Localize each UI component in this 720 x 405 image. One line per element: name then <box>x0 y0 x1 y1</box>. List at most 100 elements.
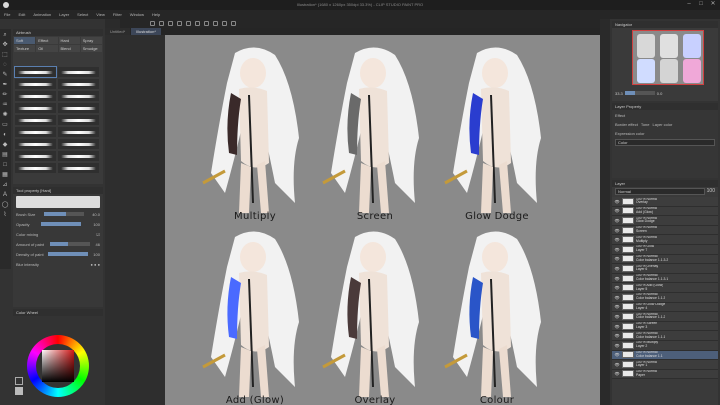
layer-row[interactable]: 👁 100 % Normal Color balance 1.1.3 <box>612 292 718 303</box>
gradient-tool-icon[interactable]: ▤ <box>1 151 9 159</box>
undo-icon[interactable] <box>177 21 182 26</box>
menu-animation[interactable]: Animation <box>33 12 51 17</box>
canvas-paper[interactable]: Multiply Screen Glow Dodge Add (Glow) Overla… <box>165 35 600 405</box>
layer-row[interactable]: 👁 100 % Normal Color balance 1.1 <box>612 350 718 361</box>
tone-button[interactable]: Tone <box>641 122 650 127</box>
blend-tool-icon[interactable]: ◐ <box>1 131 9 139</box>
move-tool-icon[interactable]: ✥ <box>1 41 9 49</box>
blend-mode-dropdown[interactable]: Normal <box>615 187 705 195</box>
layer-row[interactable]: 👁 100 % Normal Overlay <box>612 197 718 207</box>
layer-row[interactable]: 👁 100 % Normal Multiply <box>612 235 718 245</box>
visibility-eye-icon[interactable]: 👁 <box>614 276 620 281</box>
zoom-value[interactable]: 33.3 <box>615 91 623 96</box>
redo-icon[interactable] <box>186 21 191 26</box>
lasso-tool-icon[interactable]: ◌ <box>1 61 9 69</box>
brush-preset[interactable] <box>15 115 56 125</box>
subtool-tab-blend[interactable]: Blend <box>58 45 80 52</box>
density-value[interactable]: 100 <box>93 252 100 257</box>
subtool-tab-hard[interactable]: Hard <box>58 37 80 44</box>
expression-color-dropdown[interactable]: Color <box>615 138 715 146</box>
transform-icon[interactable] <box>222 21 227 26</box>
visibility-eye-icon[interactable]: 👁 <box>614 333 620 338</box>
eyedropper-icon[interactable]: ✎ <box>1 71 9 79</box>
zoom-tool-icon[interactable]: ⌕ <box>1 31 9 39</box>
layer-row[interactable]: 👁 100 % Normal Color balance 1.1.3.1 <box>612 273 718 284</box>
layer-row[interactable]: 👁 100 % Normal Glow Dodge <box>612 216 718 226</box>
visibility-eye-icon[interactable]: 👁 <box>614 208 620 213</box>
minimize-button[interactable]: – <box>684 1 694 9</box>
layer-row[interactable]: 👁 100 % Glow Layer 7 <box>612 244 718 255</box>
layer-opacity-value[interactable]: 100 <box>707 188 715 194</box>
visibility-eye-icon[interactable]: 👁 <box>614 266 620 271</box>
layer-row[interactable]: 👁 100 % Add (Glow) Layer 5 <box>612 283 718 293</box>
layer-row[interactable]: 👁 100 % Glow Dodge Layer 4 <box>612 302 718 313</box>
brush-preset[interactable] <box>58 139 99 149</box>
visibility-eye-icon[interactable]: 👁 <box>614 352 620 357</box>
brush-preset[interactable] <box>58 127 99 137</box>
density-slider[interactable] <box>48 252 89 256</box>
fill-tool-icon[interactable]: ◆ <box>1 141 9 149</box>
amount-of-paint-slider[interactable] <box>49 242 90 246</box>
pen-tool-icon[interactable]: ✒ <box>1 81 9 89</box>
menu-window[interactable]: Window <box>130 12 144 17</box>
menu-view[interactable]: View <box>96 12 105 17</box>
correct-line-tool-icon[interactable]: ⌇ <box>1 211 9 219</box>
visibility-eye-icon[interactable]: 👁 <box>614 295 620 300</box>
main-color-swatch[interactable] <box>15 377 23 385</box>
visibility-eye-icon[interactable]: 👁 <box>614 256 620 261</box>
subtool-tab-effect[interactable]: Effect <box>36 37 58 44</box>
brush-preset[interactable] <box>15 139 56 149</box>
brush-tool-icon[interactable]: ♒ <box>1 101 9 109</box>
navigator-thumbnail[interactable] <box>632 30 704 85</box>
new-file-icon[interactable] <box>150 21 155 26</box>
brush-preset[interactable] <box>15 91 56 101</box>
angle-value[interactable]: 0.0 <box>657 91 663 96</box>
visibility-eye-icon[interactable]: 👁 <box>614 362 620 367</box>
brush-preset[interactable] <box>58 151 99 161</box>
border-effect-button[interactable]: Border effect <box>615 122 638 127</box>
menu-filter[interactable]: Filter <box>113 12 122 17</box>
opacity-value[interactable]: 100 <box>93 222 100 227</box>
brush-preset[interactable] <box>58 91 99 101</box>
opacity-slider[interactable] <box>41 222 82 226</box>
save-icon[interactable] <box>168 21 173 26</box>
brush-preset[interactable] <box>15 103 56 113</box>
subtool-tab-texture[interactable]: Texture <box>14 45 36 52</box>
visibility-eye-icon[interactable]: 👁 <box>614 247 620 252</box>
brush-preset[interactable] <box>58 79 99 89</box>
brush-preset[interactable] <box>15 163 56 173</box>
visibility-eye-icon[interactable]: 👁 <box>614 314 620 319</box>
menu-select[interactable]: Select <box>77 12 88 17</box>
layer-row[interactable]: 👁 100 % Screen Layer 3 <box>612 321 718 332</box>
menu-edit[interactable]: Edit <box>18 12 25 17</box>
subtool-tab-spray[interactable]: Spray <box>80 37 102 44</box>
visibility-eye-icon[interactable]: 👁 <box>614 343 620 348</box>
clear-icon[interactable] <box>195 21 200 26</box>
close-button[interactable]: ✕ <box>708 1 718 9</box>
menu-layer[interactable]: Layer <box>59 12 69 17</box>
menu-file[interactable]: File <box>4 12 10 17</box>
brush-preset[interactable] <box>15 79 56 89</box>
snap-icon[interactable] <box>231 21 236 26</box>
menu-help[interactable]: Help <box>152 12 160 17</box>
select-tool-icon[interactable]: ⬚ <box>1 51 9 59</box>
frame-tool-icon[interactable]: ▦ <box>1 171 9 179</box>
brush-preset[interactable] <box>58 67 99 77</box>
pencil-tool-icon[interactable]: ✏ <box>1 91 9 99</box>
fill-icon[interactable] <box>204 21 209 26</box>
subtool-tab-soft[interactable]: Soft <box>14 37 36 44</box>
sub-color-swatch[interactable] <box>15 387 23 395</box>
visibility-eye-icon[interactable]: 👁 <box>614 304 620 309</box>
brush-preset[interactable] <box>15 151 56 161</box>
airbrush-tool-icon[interactable]: ✺ <box>1 111 9 119</box>
blur-presets[interactable]: ● ● ● <box>91 262 100 267</box>
brush-preset[interactable] <box>58 115 99 125</box>
zoom-slider[interactable] <box>624 91 655 95</box>
color-mixing-checkbox[interactable]: ☑ <box>96 232 100 237</box>
brush-size-value[interactable]: 40.0 <box>92 212 100 217</box>
layer-color-button[interactable]: Layer color <box>653 122 673 127</box>
visibility-eye-icon[interactable]: 👁 <box>614 228 620 233</box>
layer-row[interactable]: 👁 100 % Normal Color balance 1.1.3.2 <box>612 254 718 265</box>
brush-size-slider[interactable] <box>43 212 84 216</box>
brush-preset[interactable] <box>14 66 57 78</box>
